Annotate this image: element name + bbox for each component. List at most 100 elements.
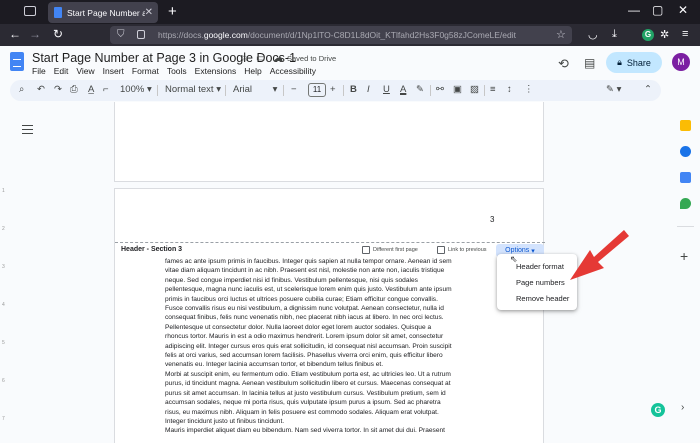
side-panel: + ›: [671, 102, 700, 443]
add-ons-plus-icon[interactable]: +: [680, 248, 688, 264]
toolbar-divider: [283, 85, 284, 96]
add-comment-icon[interactable]: ▣: [453, 84, 462, 95]
document-body[interactable]: fames ac ante ipsum primis in faucibus. …: [165, 257, 497, 436]
contacts-icon[interactable]: [680, 172, 691, 183]
bold-button[interactable]: B: [350, 84, 357, 95]
body-line: primis in faucibus orci luctus et ultric…: [165, 295, 438, 303]
header-page-number[interactable]: 3: [490, 215, 494, 224]
share-button[interactable]: 🔒︎ Share: [606, 52, 662, 73]
print-icon[interactable]: ⎙: [70, 84, 78, 95]
mouse-cursor-icon: ⇖: [510, 254, 518, 264]
maximize-icon[interactable]: ▢: [652, 3, 663, 17]
redo-icon[interactable]: ↷: [54, 84, 62, 95]
style-select[interactable]: Normal text ▾: [165, 84, 221, 95]
docs-logo-icon[interactable]: [10, 52, 24, 71]
url-text: https://docs.google.com/document/d/1Np1l…: [158, 30, 517, 40]
insert-link-icon[interactable]: ⚯: [436, 84, 444, 95]
menu-accessibility[interactable]: Accessibility: [270, 66, 316, 76]
menu-file[interactable]: File: [32, 66, 46, 76]
app-menu-icon[interactable]: ≡: [682, 28, 688, 40]
comments-icon[interactable]: ▤: [584, 56, 595, 70]
bookmark-star-icon[interactable]: ☆: [556, 28, 566, 41]
body-line: accumsan sodales, neque mi porta risus, …: [165, 399, 441, 407]
menu-extensions[interactable]: Extensions: [195, 66, 237, 76]
text-color-button[interactable]: A: [400, 84, 406, 95]
body-line: Fusce convallis risus eu nisi vestibulum…: [165, 305, 444, 313]
menu-tools[interactable]: Tools: [167, 66, 187, 76]
line-spacing-icon[interactable]: ↕: [507, 84, 512, 95]
menu-item-page-numbers[interactable]: Page numbers: [497, 275, 577, 291]
cloud-saved-icon[interactable]: ☁: [273, 53, 283, 64]
body-line: rhoncus tortor. Mauris in est a odio max…: [165, 333, 444, 341]
spellcheck-icon[interactable]: A̲: [88, 84, 94, 95]
star-icon[interactable]: ☆: [240, 53, 249, 64]
body-line: Pellentesque ut consectetur dolor. Nulla…: [165, 323, 432, 331]
keep-icon[interactable]: [680, 120, 691, 131]
tracking-shield-icon[interactable]: ⛉: [117, 29, 125, 40]
underline-button[interactable]: U: [383, 84, 390, 95]
pocket-icon[interactable]: ◡: [588, 28, 598, 41]
decrease-font-icon[interactable]: −: [291, 84, 297, 95]
menu-item-remove-header[interactable]: Remove header: [497, 291, 577, 307]
maps-icon[interactable]: [680, 198, 691, 209]
link-to-previous-label[interactable]: Link to previous: [448, 247, 487, 253]
page-previous: [114, 102, 544, 182]
different-first-page-checkbox[interactable]: [362, 246, 370, 254]
undo-icon[interactable]: ↶: [37, 84, 45, 95]
tab-overview-icon[interactable]: [24, 6, 36, 16]
menu-insert[interactable]: Insert: [103, 66, 124, 76]
paint-format-icon[interactable]: ⌐: [103, 84, 109, 95]
align-icon[interactable]: ≡: [490, 84, 496, 95]
different-first-page-label[interactable]: Different first page: [373, 247, 418, 253]
font-size-input[interactable]: 11: [308, 83, 326, 97]
ruler-number: 1: [2, 188, 5, 194]
formatting-toolbar: ⌕ ↶ ↷ ⎙ A̲ ⌐ 100% ▾ Normal text ▾ Arial …: [10, 80, 661, 101]
italic-button[interactable]: I: [367, 84, 370, 95]
extensions-icon[interactable]: ✲: [660, 28, 669, 41]
collapse-toolbar-icon[interactable]: ⌃: [644, 84, 652, 95]
url-bar[interactable]: ⛉ https://docs.google.com/document/d/1Np…: [110, 26, 572, 44]
avatar[interactable]: M: [672, 53, 690, 71]
search-menus-icon[interactable]: ⌕: [19, 84, 24, 95]
toolbar-divider: [225, 85, 226, 96]
menu-format[interactable]: Format: [132, 66, 159, 76]
back-arrow-icon[interactable]: ←: [9, 27, 21, 41]
lock-icon[interactable]: [137, 30, 145, 39]
collapse-panel-icon[interactable]: ›: [681, 402, 684, 413]
tab-close-icon[interactable]: ✕: [145, 7, 153, 18]
highlight-icon[interactable]: ✎: [416, 84, 424, 95]
document-outline-icon[interactable]: [22, 125, 33, 134]
tasks-icon[interactable]: [680, 146, 691, 157]
grammarly-widget-icon[interactable]: G: [651, 403, 665, 417]
editing-mode-icon[interactable]: ✎ ▾: [606, 84, 621, 95]
zoom-select[interactable]: 100% ▾: [120, 84, 152, 95]
ruler-number: 5: [2, 340, 5, 346]
body-line: consequat finibus, felis nunc venenatis …: [165, 314, 444, 322]
grammarly-extension-icon[interactable]: G: [642, 29, 654, 41]
font-select[interactable]: Arial ▾: [233, 84, 277, 95]
menu-view[interactable]: View: [76, 66, 94, 76]
body-line: adipiscing elit. Integer cursus eros qui…: [165, 342, 452, 350]
increase-font-icon[interactable]: +: [330, 84, 336, 95]
new-tab-button[interactable]: +: [168, 3, 177, 20]
reload-icon[interactable]: ↻: [53, 27, 63, 41]
forward-arrow-icon[interactable]: →: [29, 27, 41, 41]
minimize-icon[interactable]: —: [628, 3, 640, 17]
move-folder-icon[interactable]: ▭: [256, 53, 265, 64]
body-line: risus, eu maximus nibh. Aliquam in felis…: [165, 408, 439, 416]
options-label: Options: [505, 247, 530, 254]
downloads-icon[interactable]: ⤓: [612, 28, 617, 41]
toolbar-divider: [157, 85, 158, 96]
insert-image-icon[interactable]: ▨: [470, 84, 479, 95]
body-line: purus, id tincidunt magna. Aenean vestib…: [165, 380, 451, 388]
menu-help[interactable]: Help: [244, 66, 261, 76]
link-to-previous-checkbox[interactable]: [437, 246, 445, 254]
toolbar-divider: [484, 85, 485, 96]
close-window-icon[interactable]: ✕: [678, 3, 688, 17]
browser-tab[interactable]: Start Page Number at Page 3 in ✕: [48, 2, 158, 23]
browser-nav-bar: ← → ↻ ⛉ https://docs.google.com/document…: [0, 24, 700, 46]
menu-item-header-format[interactable]: Header format: [497, 259, 577, 275]
more-options-icon[interactable]: ⋮: [524, 84, 534, 95]
menu-edit[interactable]: Edit: [54, 66, 69, 76]
version-history-icon[interactable]: ⟲: [558, 56, 569, 72]
